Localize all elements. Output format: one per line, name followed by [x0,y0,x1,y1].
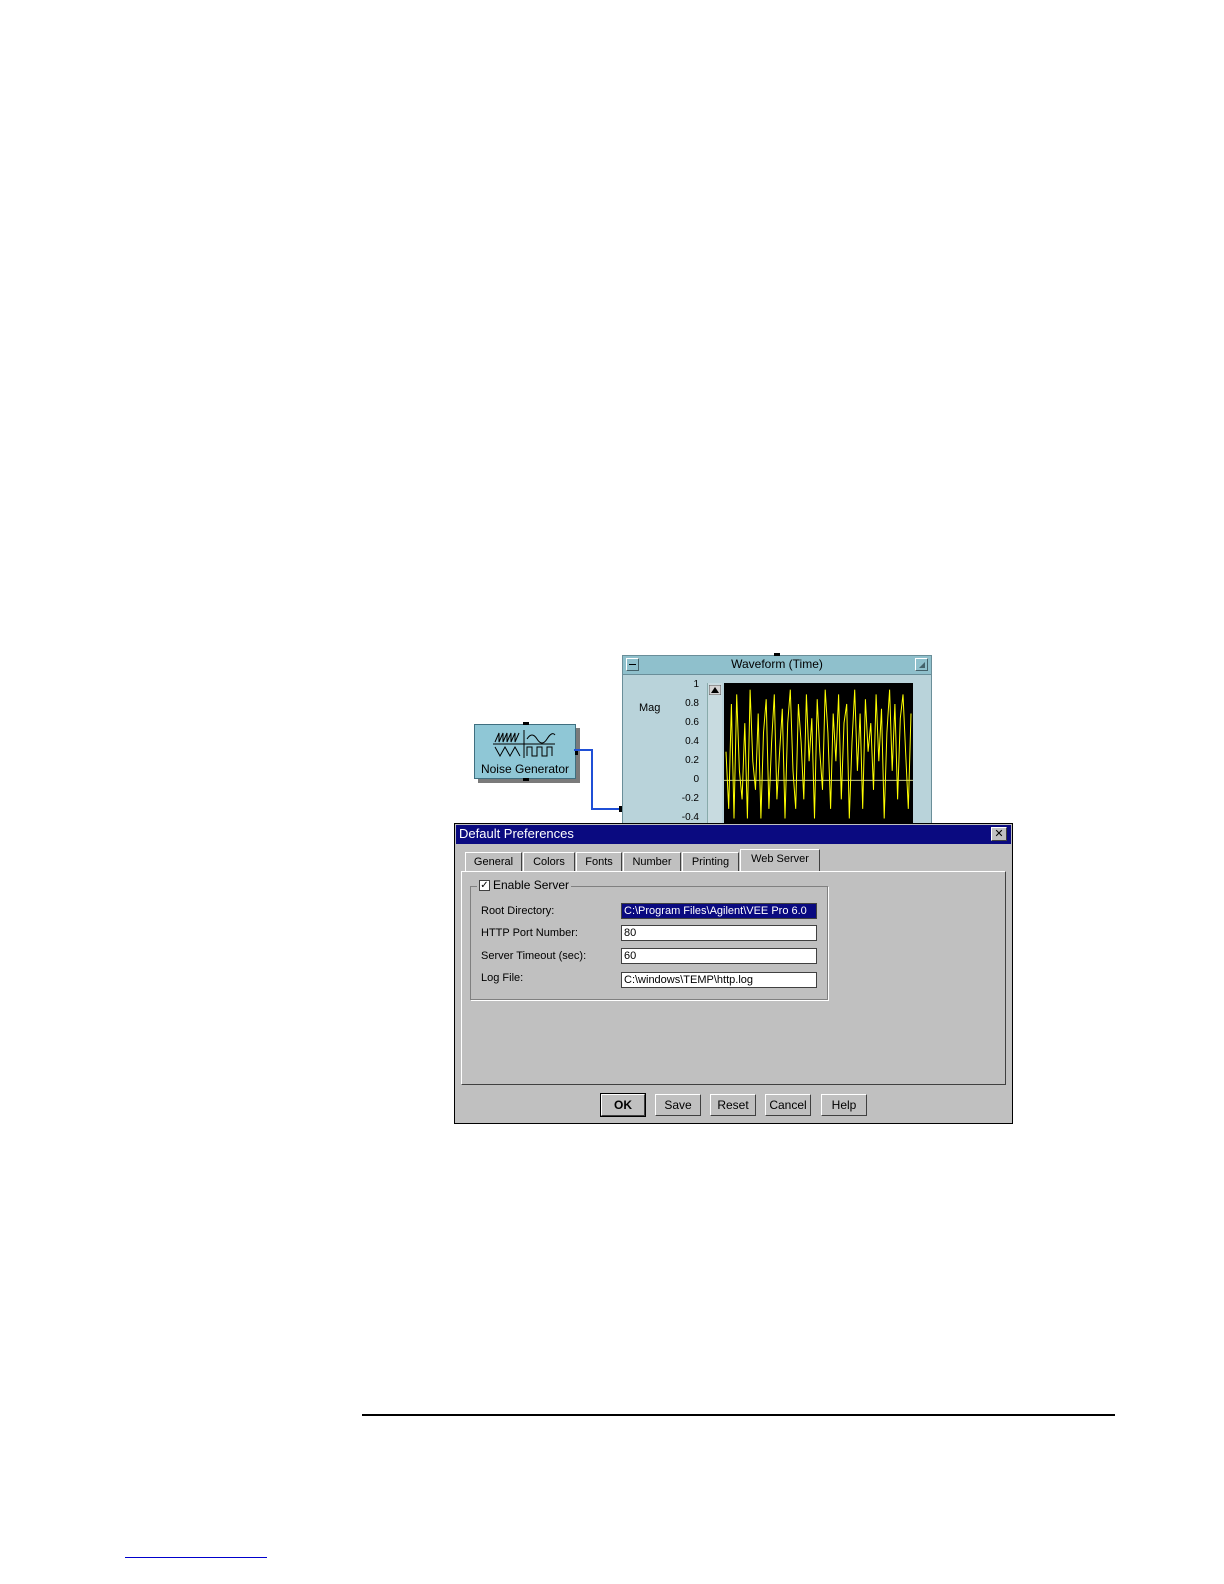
server-timeout-field[interactable]: 60 [621,948,817,964]
waveform-display[interactable]: Waveform (Time) Mag 1 0.8 0.6 0.4 0.2 0 -0.2 -0… [619,653,932,828]
help-button[interactable]: Help [821,1094,867,1116]
y-tick-label: 0.8 [685,697,699,709]
tab-fonts[interactable]: Fonts [576,852,622,872]
enable-server-checkbox[interactable]: ✓ [479,879,490,891]
y-tick-label: 1 [693,678,699,690]
sequence-out-pin[interactable] [523,778,529,781]
preferences-dialog: Default Preferences ✕ General Colors Fon… [454,823,1013,1124]
enable-server-label: Enable Server [493,878,570,892]
waveform-title-bar[interactable]: Waveform (Time) [623,656,931,675]
log-file-field[interactable]: C:\windows\TEMP\http.log [621,972,817,988]
y-tick-label: 0.6 [685,717,699,729]
y-tick-label: -0.4 [681,812,699,824]
close-icon[interactable]: ✕ [991,827,1007,841]
y-scrollbar[interactable] [707,683,722,828]
function-generator-icon [493,730,556,758]
page-footer-rule [362,1414,1115,1416]
sequence-in-pin[interactable] [523,722,529,725]
y-tick-label: 0 [693,774,699,786]
waveform-series-line [725,689,912,819]
waveform-plot[interactable] [724,683,913,828]
save-button[interactable]: Save [655,1094,701,1116]
scroll-up-arrow-icon[interactable] [709,685,721,695]
web-server-tab-panel: ✓ Enable Server Root Directory: C:\Progr… [461,871,1006,1085]
http-port-field[interactable]: 80 [621,925,817,941]
tab-web-server[interactable]: Web Server [740,849,820,872]
server-timeout-label: Server Timeout (sec): [481,950,587,962]
noise-generator-label: Noise Generator [480,762,570,776]
dialog-title: Default Preferences [459,826,574,841]
y-tick-label: 0.4 [685,736,699,748]
noise-generator-object[interactable]: Noise Generator [474,722,578,781]
tab-general[interactable]: General [465,852,522,872]
tab-colors[interactable]: Colors [523,852,575,872]
tab-printing[interactable]: Printing [682,852,739,872]
reset-button[interactable]: Reset [710,1094,756,1116]
tab-number[interactable]: Number [623,852,681,872]
waveform-title: Waveform (Time) [731,657,823,671]
http-port-label: HTTP Port Number: [481,927,578,939]
ok-button[interactable]: OK [600,1093,646,1117]
y-axis-label: Mag [639,702,661,714]
dialog-title-bar[interactable]: Default Preferences ✕ [456,825,1011,844]
root-directory-field[interactable]: C:\Program Files\Agilent\VEE Pro 6.0 [621,903,817,919]
minimize-icon[interactable] [626,658,639,671]
footer-link-underline [125,1557,267,1558]
waveform-data-in-pin[interactable] [619,806,622,812]
log-file-label: Log File: [481,972,524,984]
cancel-button[interactable]: Cancel [765,1094,811,1116]
server-settings-group: ✓ Enable Server Root Directory: C:\Progr… [470,878,828,1000]
resize-corner-icon[interactable] [915,658,928,671]
y-tick-label: -0.2 [681,793,699,805]
data-wire [574,749,622,810]
y-tick-label: 0.2 [685,755,699,767]
root-directory-label: Root Directory: [481,905,555,917]
enable-server-checkbox-row[interactable]: ✓ Enable Server [477,878,572,892]
